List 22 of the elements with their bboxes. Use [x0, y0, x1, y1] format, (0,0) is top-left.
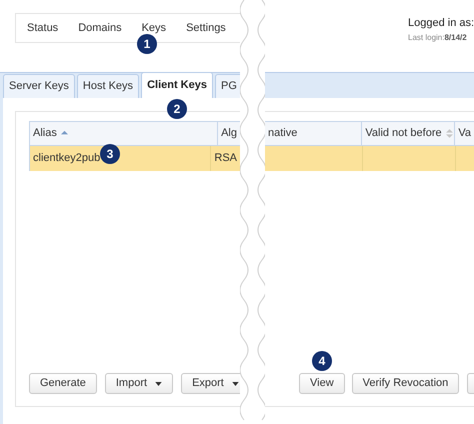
- last-login-text: Last login:8/14/2: [408, 32, 468, 44]
- button[interactable]: Generate: [29, 373, 97, 394]
- tab[interactable]: Client Keys: [141, 72, 213, 98]
- dropdown-button[interactable]: Export: [181, 373, 240, 394]
- callout-badge: 1: [137, 34, 157, 54]
- button[interactable]: View: [299, 373, 345, 394]
- table-row[interactable]: [265, 146, 474, 171]
- tab[interactable]: Server Keys: [3, 74, 75, 98]
- button[interactable]: Verify Revocation: [352, 373, 460, 394]
- nav-link[interactable]: Keys: [142, 20, 166, 36]
- tab[interactable]: PG: [214, 74, 240, 98]
- nav-link[interactable]: Settings: [186, 20, 226, 36]
- logged-in-label: Logged in as:: [408, 16, 474, 31]
- column-header[interactable]: Alg: [218, 122, 240, 145]
- tab[interactable]: Host Keys: [76, 74, 140, 98]
- dropdown-button[interactable]: Import: [104, 373, 174, 394]
- column-header[interactable]: Va: [455, 122, 474, 145]
- table-cell-text: RSA: [213, 151, 238, 166]
- nav-link[interactable]: Domains: [78, 20, 122, 36]
- nav-link[interactable]: Status: [27, 20, 58, 36]
- column-header[interactable]: native: [265, 122, 362, 145]
- column-header[interactable]: Valid not before: [362, 122, 456, 145]
